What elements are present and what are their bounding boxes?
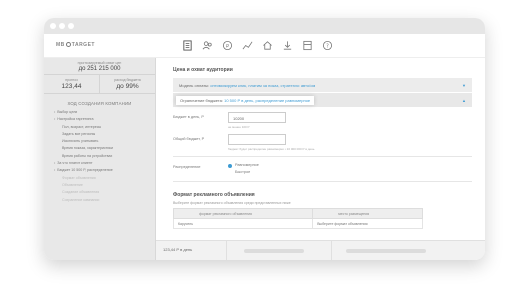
svg-text:₽: ₽ [226, 43, 229, 49]
users-icon[interactable] [201, 39, 214, 52]
stat-spend-label: расход бюджета [114, 78, 141, 82]
radio-uniform[interactable]: Равномерное [228, 162, 259, 169]
table-cell[interactable]: Выберите формат объявления [312, 218, 423, 229]
step-item[interactable]: Выбор цели [54, 109, 155, 116]
placeholder-bar [244, 249, 304, 253]
help-icon[interactable]: ? [321, 39, 334, 52]
step-item: Объявление [62, 182, 83, 187]
step-item[interactable]: Время показа, характеристики [54, 145, 155, 152]
chevron-up-icon[interactable]: ▲ [462, 98, 466, 103]
payment-model-label: Модель оплаты: [179, 82, 210, 88]
payment-model-value[interactable]: оптимизируем клик, платим за показ, стра… [210, 83, 315, 88]
budget-limit-label: Ограничение бюджета: [180, 97, 223, 103]
logo-text-right: TARGET [71, 42, 95, 48]
format-table: формат рекламного объявления место разме… [172, 208, 423, 229]
step-item[interactable]: Пол, возраст, интересы [54, 124, 155, 131]
window-control-dot[interactable] [68, 23, 74, 29]
table-header: место размещения [312, 208, 423, 219]
table-header-row: формат рекламного объявления место разме… [172, 208, 423, 219]
step-item: Формат объявления [62, 175, 96, 180]
placeholder-bar [346, 249, 426, 253]
radio-uniform-label: Равномерное [235, 163, 259, 167]
window-titlebar [44, 18, 485, 34]
distribution-label: Распределение [173, 165, 201, 169]
distribution-row: Распределение Равномерное Быстрое [173, 162, 472, 176]
total-budget-row: Общий бюджет, Р бюджет будет распределен… [173, 134, 472, 151]
svg-text:?: ? [326, 43, 329, 49]
coin-icon[interactable]: ₽ [221, 39, 234, 52]
top-nav: ₽ ? [181, 39, 334, 52]
divider [331, 241, 332, 260]
stat-forecast-label: прогноз [65, 78, 78, 82]
radio-fast-label: Быстрое [235, 170, 251, 174]
daily-budget-input[interactable]: 10200 [228, 112, 286, 123]
document-icon[interactable] [181, 39, 194, 52]
step-item[interactable]: Время работы на устройствах [54, 153, 155, 160]
sidebar: прогнозируемый охват цен до 251 215 000 … [44, 58, 156, 260]
download-icon[interactable] [281, 39, 294, 52]
stat-forecast: прогноз 123,44 [44, 75, 99, 93]
divider [226, 241, 227, 260]
stat-spend-value: до 99% [116, 83, 139, 90]
radio-unchecked-icon [228, 171, 232, 175]
total-budget-input[interactable] [228, 134, 286, 145]
stats-row: прогноз 123,44 расход бюджета до 99% [44, 75, 155, 94]
bottom-value-unit: Р в день [176, 247, 193, 252]
chart-icon[interactable] [241, 39, 254, 52]
home-icon[interactable] [261, 39, 274, 52]
main-content: Цена и охват аудитории Модель оплаты: оп… [156, 58, 485, 240]
distribution-radio-group: Равномерное Быстрое [228, 162, 259, 176]
daily-budget-row: Бюджет в день, Р 10200 не менее 100 Р [173, 112, 472, 129]
logo-text-left: MB [56, 42, 65, 48]
bottom-bar: 123,44 Р в день [156, 240, 485, 260]
budget-summary: прогнозируемый охват цен до 251 215 000 [44, 58, 155, 75]
target-icon [65, 42, 71, 48]
stat-forecast-value: 123,44 [61, 83, 82, 90]
budget-limit-row[interactable]: Ограничение бюджета: 10 500 Р в день, ра… [173, 93, 472, 107]
budget-label: прогнозируемый охват цен [77, 61, 122, 65]
daily-budget-hint: не менее 100 Р [228, 125, 250, 129]
app-header: MB TARGET ₽ ? [44, 34, 485, 58]
step-item[interactable]: Задать все регионы [54, 131, 155, 138]
daily-budget-label: Бюджет в день, Р [173, 115, 204, 119]
progress-title: ХОД СОЗДАНИЯ КОМПАНИИ [67, 101, 132, 106]
radio-checked-icon [228, 163, 232, 168]
section-title-price: Цена и охват аудитории [173, 67, 233, 73]
total-budget-hint: бюджет будет распределен равномерно • 10… [228, 147, 315, 151]
stat-spend: расход бюджета до 99% [99, 75, 155, 93]
bottom-value: 123,44 Р в день [163, 247, 192, 252]
window-control-dot[interactable] [50, 23, 56, 29]
calculator-icon[interactable] [301, 39, 314, 52]
step-item[interactable]: Исключить учитывать [54, 138, 155, 145]
payment-model-row[interactable]: Модель оплаты: оптимизируем клик, платим… [173, 78, 472, 92]
window-control-dot[interactable] [59, 23, 65, 29]
budget-limit-value[interactable]: 10 500 Р в день, распределение равномерн… [224, 98, 310, 103]
divider [173, 156, 472, 157]
radio-fast[interactable]: Быстрое [228, 169, 259, 176]
budget-limit-text: Ограничение бюджета: 10 500 Р в день, ра… [176, 95, 315, 105]
step-item: Сохранение кампании [62, 197, 100, 202]
total-budget-label: Общий бюджет, Р [173, 137, 205, 141]
logo[interactable]: MB TARGET [56, 42, 95, 48]
step-item[interactable]: Бюджет 10 500 Р, распределение [54, 167, 155, 174]
step-item: Создание объявления [62, 190, 100, 195]
browser-window: MB TARGET ₽ ? прогнозируемый охват цен до… [44, 18, 485, 260]
budget-value: до 251 215 000 [78, 66, 121, 72]
progress-steps: Выбор цели Настройка таргетинга Пол, воз… [44, 109, 155, 204]
table-cell[interactable]: Карусель [172, 218, 314, 229]
format-description: Выберите формат рекламного объявления ср… [173, 201, 291, 205]
section-title-format: Формат рекламного объявления [173, 192, 255, 198]
chevron-down-icon[interactable]: ▼ [462, 83, 466, 88]
table-header: формат рекламного объявления [172, 208, 314, 219]
table-row[interactable]: Карусель Выберите формат объявления [172, 218, 423, 229]
payment-model-text: Модель оплаты: оптимизируем клик, платим… [179, 83, 315, 88]
divider [173, 181, 472, 182]
step-item[interactable]: За что платит клиент [54, 160, 155, 167]
bottom-value-number: 123,44 [163, 247, 176, 252]
step-item[interactable]: Настройка таргетинга [54, 116, 155, 123]
